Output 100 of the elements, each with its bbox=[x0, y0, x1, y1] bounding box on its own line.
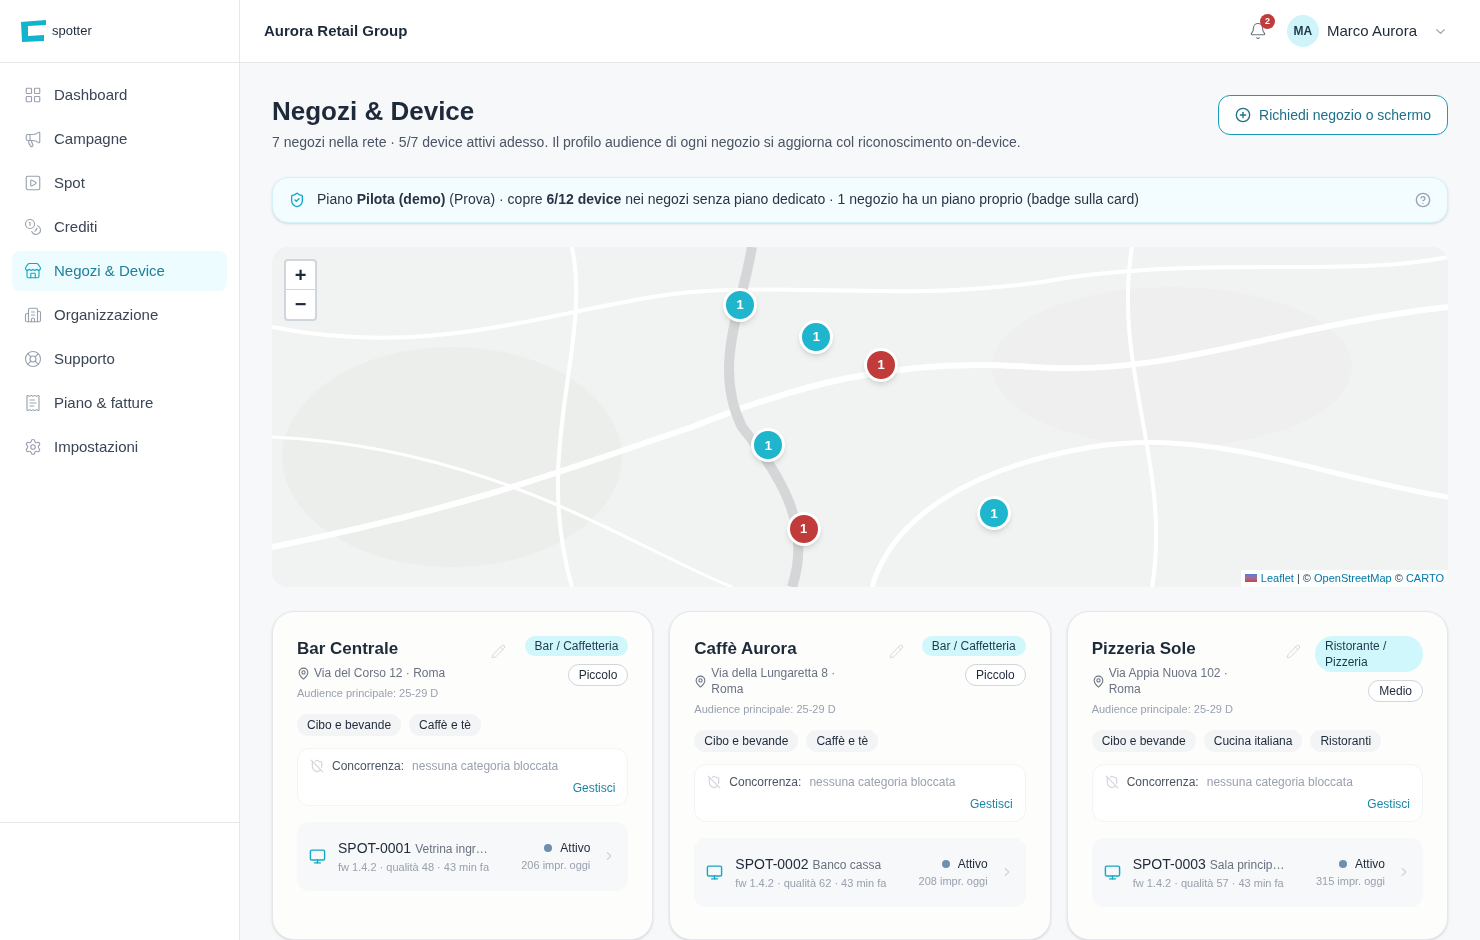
user-name: Marco Aurora bbox=[1326, 20, 1417, 41]
competition-label: Concorrenza: bbox=[332, 757, 405, 775]
manage-link[interactable]: Gestisci bbox=[572, 778, 616, 797]
competition-label: Concorrenza: bbox=[729, 773, 802, 791]
monitor-icon bbox=[309, 847, 326, 865]
building-icon bbox=[24, 306, 42, 324]
attribution-link[interactable]: OpenStreetMap bbox=[1314, 572, 1392, 584]
map[interactable]: + − 1 1 1 1 1 1 Leaflet | © OpenStreetMap © CARTO bbox=[272, 246, 1448, 587]
device-location: Sala princip… bbox=[1209, 856, 1285, 874]
lifebuoy-icon bbox=[24, 350, 42, 368]
page-title: Negozi & Device bbox=[272, 95, 476, 128]
device-meta: fw 1.4.2 · qualità 48 · 43 min fa bbox=[338, 859, 491, 875]
sidebar-item[interactable]: Campagne bbox=[12, 119, 227, 159]
device-id: SPOT-0002 bbox=[735, 854, 809, 874]
interest-tag: Cucina italiana bbox=[1203, 729, 1303, 752]
sidebar-item[interactable]: Supporto bbox=[12, 339, 227, 379]
interest-tag: Cibo e bevande bbox=[1091, 729, 1196, 752]
shield-check-icon bbox=[289, 191, 305, 208]
store-icon bbox=[24, 262, 42, 280]
interest-tag: Cibo e bevande bbox=[694, 729, 799, 752]
help-icon[interactable] bbox=[1415, 191, 1431, 208]
device-status: Attivo bbox=[560, 840, 591, 857]
interest-tag: Caffè e tè bbox=[806, 729, 879, 752]
device-meta: fw 1.4.2 · qualità 62 · 43 min fa bbox=[735, 875, 888, 891]
sidebar-item[interactable]: Crediti bbox=[12, 207, 227, 247]
store-name: Bar Centrale bbox=[297, 637, 400, 660]
sidebar-item[interactable]: Dashboard bbox=[12, 75, 227, 115]
store-address: Via del Corso 12 · Roma bbox=[314, 665, 446, 681]
brand-name: spotter bbox=[52, 22, 92, 41]
sidebar-item[interactable]: Organizzazione bbox=[12, 295, 227, 335]
device-id: SPOT-0001 bbox=[338, 838, 412, 858]
interest-tag: Cibo e bevande bbox=[297, 713, 402, 736]
pencil-icon bbox=[888, 643, 904, 659]
store-name: Pizzeria Sole bbox=[1091, 637, 1197, 660]
attribution-link[interactable]: Leaflet bbox=[1260, 572, 1294, 584]
shield-off-icon bbox=[310, 758, 324, 773]
interest-tag: Ristoranti bbox=[1310, 729, 1382, 752]
request-store-button[interactable]: Richiedi negozio o schermo bbox=[1218, 95, 1448, 135]
location-pin-icon bbox=[1091, 674, 1105, 688]
attribution-text: © bbox=[1393, 572, 1404, 584]
grid-icon bbox=[24, 86, 42, 104]
device-location: Vetrina ingr… bbox=[415, 840, 488, 858]
plus-circle-icon bbox=[1235, 107, 1251, 123]
plan-text: Piano Pilota (demo) (Prova) · copre 6/12 device nei negozi senza piano dedicato · 1 negozio ha un piano proprio (badge sulla card) bbox=[317, 190, 1140, 209]
competition-label: Concorrenza: bbox=[1126, 773, 1199, 791]
zoom-out-button[interactable]: − bbox=[286, 289, 315, 319]
notification-badge: 2 bbox=[1259, 14, 1275, 29]
page-subtitle: 7 negozi nella rete · 5/7 device attivi adesso. Il profilo audience di ogni negozio si aggiorna col riconoscimento on-device. bbox=[272, 132, 1022, 152]
device-row[interactable]: SPOT-0001 Vetrina ingr… fw 1.4.2 · qualità 48 · 43 min fa Attivo 206 impr. oggi bbox=[297, 821, 629, 891]
category-tag: Ristorante / Pizzeria bbox=[1315, 635, 1423, 672]
sidebar-item[interactable]: Piano & fatture bbox=[12, 383, 227, 423]
organization-name: Aurora Retail Group bbox=[264, 20, 408, 41]
category-tag: Bar / Caffetteria bbox=[921, 635, 1026, 656]
sidebar-item[interactable]: Spot bbox=[12, 163, 227, 203]
user-menu[interactable]: MA Marco Aurora bbox=[1286, 15, 1448, 47]
location-pin-icon bbox=[694, 674, 708, 688]
competition-value: nessuna categoria bloccata bbox=[809, 773, 956, 791]
user-avatar: MA bbox=[1286, 15, 1319, 47]
device-meta: fw 1.4.2 · qualità 57 · 43 min fa bbox=[1132, 875, 1285, 891]
manage-link[interactable]: Gestisci bbox=[969, 794, 1013, 813]
play-icon bbox=[24, 174, 42, 192]
manage-link[interactable]: Gestisci bbox=[1367, 794, 1410, 813]
bell-icon bbox=[1248, 22, 1267, 40]
size-tag: Medio bbox=[1368, 679, 1423, 702]
device-row[interactable]: SPOT-0002 Banco cassa fw 1.4.2 · qualità 62 · 43 min fa Attivo 208 impr. oggi bbox=[694, 837, 1026, 907]
coins-icon bbox=[24, 218, 42, 236]
attribution-text: | © bbox=[1295, 572, 1312, 584]
category-tag: Bar / Caffetteria bbox=[524, 635, 629, 656]
impressions-text: 315 impr. oggi bbox=[1315, 874, 1385, 889]
device-id: SPOT-0003 bbox=[1132, 854, 1206, 874]
audience-text: Audience principale: 25-29 D bbox=[297, 686, 440, 701]
receipt-icon bbox=[24, 394, 42, 412]
store-address: Via della Lungaretta 8 · Roma bbox=[711, 665, 837, 697]
flag-icon bbox=[1244, 574, 1257, 583]
impressions-text: 208 impr. oggi bbox=[918, 874, 988, 889]
monitor-icon bbox=[1103, 863, 1121, 881]
location-pin-icon bbox=[297, 666, 310, 680]
store-address: Via Appia Nuova 102 · Roma bbox=[1108, 665, 1229, 697]
device-status: Attivo bbox=[957, 856, 988, 873]
logo-icon bbox=[20, 19, 48, 43]
device-row[interactable]: SPOT-0003 Sala princip… fw 1.4.2 · qualità 57 · 43 min fa Attivo 315 impr. oggi bbox=[1091, 837, 1423, 907]
audience-text: Audience principale: 25-29 D bbox=[694, 702, 837, 717]
monitor-icon bbox=[706, 863, 724, 881]
size-tag: Piccolo bbox=[567, 663, 629, 686]
settings-icon bbox=[24, 438, 42, 456]
size-tag: Piccolo bbox=[964, 663, 1026, 686]
megaphone-icon bbox=[24, 130, 42, 148]
interest-tag: Caffè e tè bbox=[409, 713, 481, 736]
zoom-in-button[interactable]: + bbox=[286, 260, 315, 290]
shield-off-icon bbox=[1104, 774, 1119, 789]
shield-off-icon bbox=[707, 774, 722, 789]
pencil-icon bbox=[1286, 643, 1301, 659]
sidebar-item[interactable]: Negozi & Device bbox=[12, 251, 227, 291]
sidebar-item[interactable]: Impostazioni bbox=[12, 427, 227, 467]
device-location: Banco cassa bbox=[812, 856, 882, 874]
impressions-text: 206 impr. oggi bbox=[521, 858, 591, 873]
audience-text: Audience principale: 25-29 D bbox=[1091, 702, 1234, 717]
attribution-link[interactable]: CARTO bbox=[1405, 572, 1444, 584]
competition-value: nessuna categoria bloccata bbox=[412, 757, 559, 775]
pencil-icon bbox=[491, 643, 507, 659]
